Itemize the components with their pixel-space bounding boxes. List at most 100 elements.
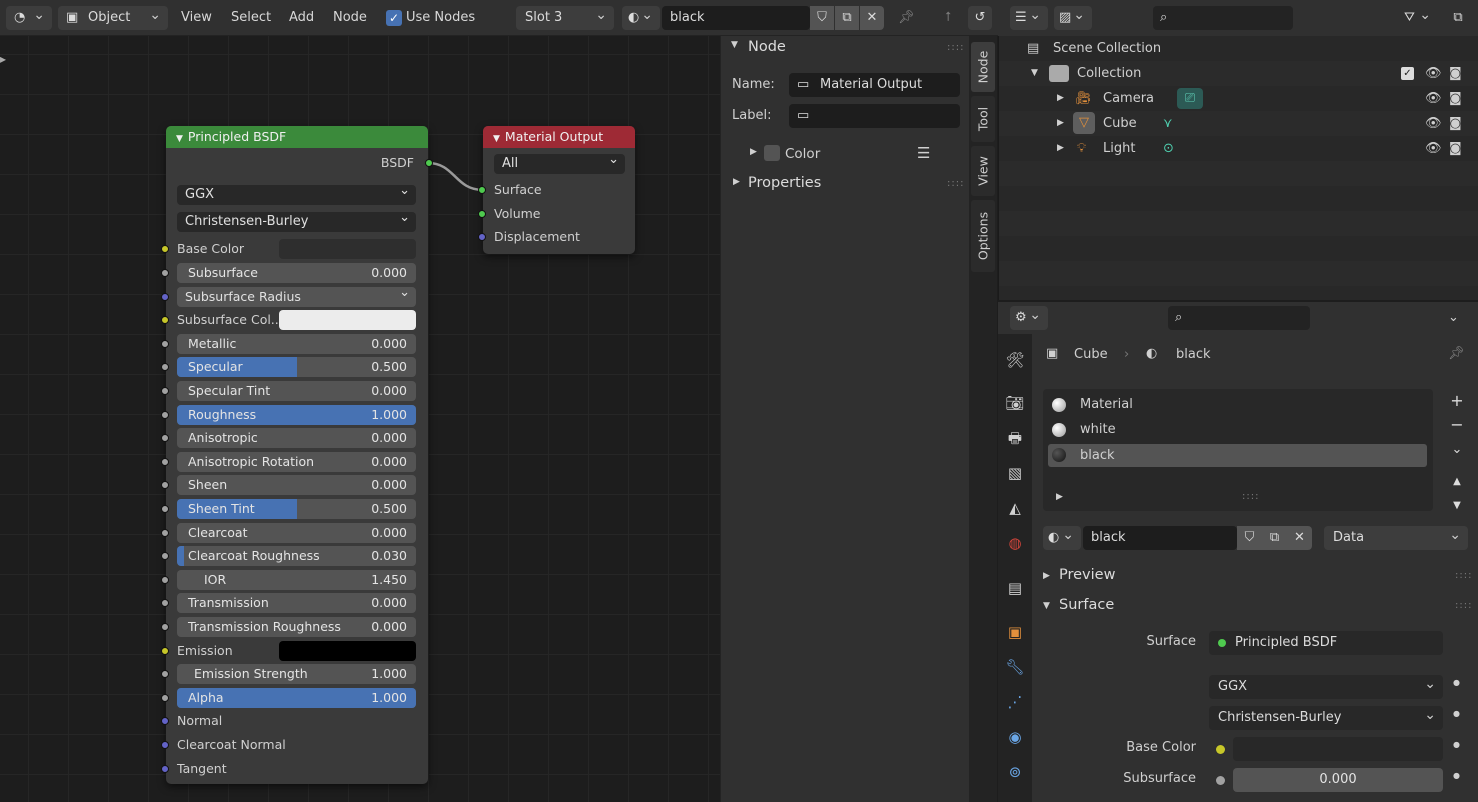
input-socket[interactable] bbox=[161, 694, 169, 702]
slot-specials-button[interactable]: ⌄ bbox=[1445, 438, 1469, 462]
duplicate-material-button[interactable]: ⧉ bbox=[1262, 526, 1287, 550]
input-socket[interactable] bbox=[161, 717, 169, 725]
collection-tab-icon[interactable]: ▤ bbox=[1003, 576, 1027, 600]
principled-bsdf-node[interactable]: ▼ Principled BSDF BSDF GGX Christensen-Bu… bbox=[161, 126, 433, 784]
clearcoat-roughness-slider[interactable]: Clearcoat Roughness 0.030 bbox=[177, 546, 416, 566]
input-socket[interactable] bbox=[161, 576, 169, 584]
specular-tint-slider[interactable]: Specular Tint 0.000 bbox=[177, 381, 416, 401]
list-item-active[interactable]: black bbox=[1048, 444, 1427, 467]
properties-expand-icon[interactable]: ▶ bbox=[733, 177, 740, 187]
link-dropdown[interactable]: Data bbox=[1324, 523, 1468, 550]
surface-panel-title[interactable]: Surface bbox=[1059, 597, 1114, 613]
parent-node-tree-icon[interactable]: ⭡ bbox=[936, 6, 960, 30]
surface-collapse-icon[interactable]: ▼ bbox=[1043, 601, 1050, 611]
camera-render-icon[interactable]: ◙ bbox=[1449, 86, 1462, 111]
properties-search-input[interactable]: ⌕ bbox=[1168, 306, 1310, 330]
move-down-button[interactable]: ▼ bbox=[1445, 494, 1469, 518]
anisotropic-slider[interactable]: Anisotropic 0.000 bbox=[177, 428, 416, 448]
transmission-roughness-slider[interactable]: Transmission Roughness 0.000 bbox=[177, 617, 416, 637]
node-name-field[interactable]: ▭ Material Output bbox=[789, 73, 960, 97]
preview-panel-title[interactable]: Preview bbox=[1059, 567, 1115, 583]
keyframe-dot-icon[interactable]: ● bbox=[1453, 709, 1460, 718]
tool-tab-icon[interactable]: 🛠︎ bbox=[1003, 348, 1027, 372]
list-item[interactable]: white bbox=[1043, 418, 1433, 442]
node-panel-title[interactable]: Node bbox=[748, 39, 786, 55]
drag-handle-icon[interactable]: :::: bbox=[1455, 600, 1472, 611]
fake-user-button[interactable]: ⛉ bbox=[1237, 526, 1262, 550]
camera-row[interactable]: ▶ 🎥︎ Camera ⎚ 👁︎ ◙ bbox=[999, 86, 1478, 111]
expand-arrow-icon[interactable]: ▼ bbox=[1031, 61, 1038, 86]
list-resize-handle[interactable]: :::: bbox=[1242, 491, 1259, 502]
input-socket[interactable] bbox=[161, 363, 169, 371]
input-socket[interactable] bbox=[161, 387, 169, 395]
sheen-tint-slider[interactable]: Sheen Tint 0.500 bbox=[177, 499, 416, 519]
keyframe-dot-icon[interactable]: ● bbox=[1453, 740, 1460, 749]
collapse-arrow-icon[interactable]: ▼ bbox=[176, 134, 183, 144]
camera-render-icon[interactable]: ◙ bbox=[1449, 111, 1462, 136]
expand-arrow-icon[interactable]: ▶ bbox=[1056, 492, 1063, 502]
options-dropdown-icon[interactable]: ⌄ bbox=[1448, 310, 1459, 325]
input-socket[interactable] bbox=[161, 599, 169, 607]
cube-row[interactable]: ▶ ▽ Cube ⋎ 👁︎ ◙ bbox=[999, 111, 1478, 136]
keyframe-dot-icon[interactable]: ● bbox=[1453, 678, 1460, 687]
displacement-input-socket[interactable] bbox=[478, 233, 486, 241]
collection-row[interactable]: ▼ Collection ✓ 👁︎ ◙ bbox=[999, 61, 1478, 86]
tab-node[interactable]: Node bbox=[971, 42, 995, 92]
sheen-slider[interactable]: Sheen 0.000 bbox=[177, 475, 416, 495]
base-color-swatch-props[interactable] bbox=[1233, 737, 1443, 761]
new-material-button[interactable]: ⧉ bbox=[835, 6, 859, 30]
scene-collection-row[interactable]: ▤ Scene Collection bbox=[999, 36, 1478, 61]
distribution-dropdown-props[interactable]: GGX bbox=[1209, 672, 1443, 699]
input-socket[interactable] bbox=[161, 481, 169, 489]
exclude-checkbox[interactable]: ✓ bbox=[1401, 67, 1414, 80]
eye-icon[interactable]: 👁︎ bbox=[1425, 61, 1442, 86]
input-socket[interactable] bbox=[161, 623, 169, 631]
input-socket[interactable] bbox=[161, 505, 169, 513]
properties-panel-title[interactable]: Properties bbox=[748, 175, 821, 191]
camera-data-icon[interactable]: ⎚ bbox=[1177, 88, 1203, 109]
input-socket[interactable] bbox=[161, 269, 169, 277]
light-data-icon[interactable]: ⊙ bbox=[1163, 136, 1174, 161]
input-socket[interactable] bbox=[161, 434, 169, 442]
node-label-field[interactable]: ▭ bbox=[789, 104, 960, 128]
render-tab-icon[interactable]: 📷︎ bbox=[1003, 391, 1027, 415]
camera-render-icon[interactable]: ◙ bbox=[1449, 136, 1462, 161]
remove-slot-button[interactable]: − bbox=[1445, 413, 1469, 437]
float-socket-icon[interactable] bbox=[1216, 776, 1225, 785]
pin-icon[interactable]: 📌︎ bbox=[1448, 346, 1465, 361]
tab-view[interactable]: View bbox=[971, 146, 995, 196]
output-tab-icon[interactable]: 🖶 bbox=[1003, 426, 1027, 450]
bsdf-output-socket[interactable] bbox=[425, 159, 433, 167]
subsurface-method-dropdown-props[interactable]: Christensen-Burley bbox=[1209, 703, 1443, 730]
input-socket[interactable] bbox=[161, 458, 169, 466]
input-socket[interactable] bbox=[161, 647, 169, 655]
input-socket[interactable] bbox=[161, 340, 169, 348]
list-presets-icon[interactable]: ☰ bbox=[917, 144, 930, 162]
outliner-editor-type-button[interactable]: ☰ bbox=[1010, 3, 1048, 30]
move-up-button[interactable]: ▲ bbox=[1445, 470, 1469, 494]
output-target-dropdown[interactable]: All bbox=[494, 150, 625, 174]
outliner-search-input[interactable]: ⌕ bbox=[1153, 6, 1293, 30]
input-socket[interactable] bbox=[161, 670, 169, 678]
emission-color-swatch[interactable] bbox=[279, 641, 416, 661]
color-socket-icon[interactable] bbox=[1216, 745, 1225, 754]
unlink-material-button[interactable]: ✕ bbox=[860, 6, 884, 30]
input-socket[interactable] bbox=[161, 552, 169, 560]
keyframe-dot-icon[interactable]: ● bbox=[1453, 771, 1460, 780]
clearcoat-slider[interactable]: Clearcoat 0.000 bbox=[177, 523, 416, 543]
roughness-slider[interactable]: Roughness 1.000 bbox=[177, 405, 416, 425]
base-color-socket[interactable] bbox=[161, 245, 169, 253]
drag-handle-icon[interactable]: :::: bbox=[947, 42, 964, 53]
input-socket[interactable] bbox=[161, 316, 169, 324]
emission-strength-slider[interactable]: Emission Strength 1.000 bbox=[177, 664, 416, 684]
properties-editor-type-button[interactable]: ⚙ bbox=[1010, 303, 1048, 330]
specular-slider[interactable]: Specular 0.500 bbox=[177, 357, 416, 377]
principled-node-header[interactable]: ▼ Principled BSDF bbox=[166, 126, 428, 148]
expand-arrow-icon[interactable]: ▶ bbox=[1057, 86, 1064, 111]
browse-material-button[interactable]: ◐ bbox=[1043, 523, 1081, 550]
anisotropic-rotation-slider[interactable]: Anisotropic Rotation 0.000 bbox=[177, 452, 416, 472]
surface-input-socket[interactable] bbox=[478, 186, 486, 194]
modifier-tab-icon[interactable]: 🔧︎ bbox=[1003, 655, 1027, 679]
fake-user-button[interactable]: ⛉ bbox=[810, 6, 834, 30]
material-output-node[interactable]: ▼ Material Output All Surface Volume Disp… bbox=[478, 126, 635, 254]
